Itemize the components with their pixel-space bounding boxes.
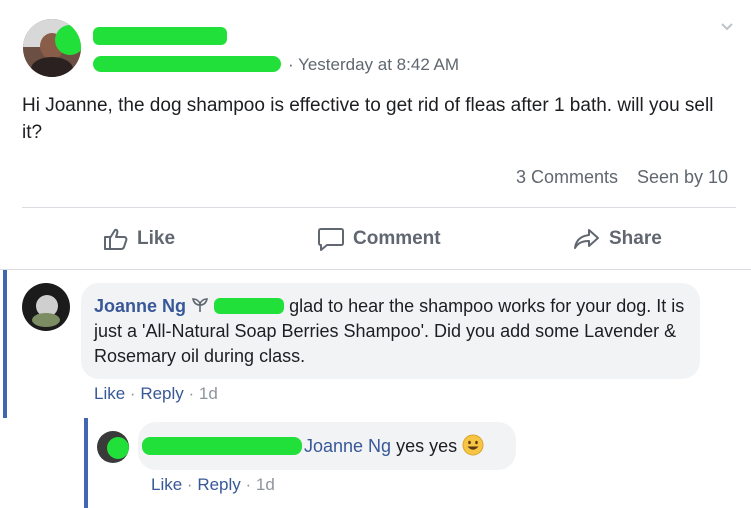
reply-thread-bar	[84, 418, 88, 508]
redacted-reply-author	[142, 437, 302, 455]
redacted-mention	[214, 298, 285, 314]
share-icon	[574, 229, 599, 249]
divider	[0, 269, 751, 270]
post-meta: · Yesterday at 8:42 AM	[288, 55, 460, 74]
seedling-icon	[192, 298, 209, 312]
reply-body: Joanne Ng yes yes	[304, 434, 484, 459]
reply-time[interactable]: 1d	[256, 475, 275, 494]
reply-avatar[interactable]	[97, 431, 129, 463]
comment-author[interactable]: Joanne Ng	[94, 296, 186, 316]
thread-highlight-bar	[3, 270, 7, 418]
comment-reply-link[interactable]: Reply	[140, 384, 183, 403]
commenter-avatar[interactable]	[22, 283, 70, 331]
reply-actions: Like · Reply · 1d	[151, 475, 275, 494]
redacted-author-name	[93, 27, 227, 45]
post-text: Hi Joanne, the dog shampoo is effective …	[22, 95, 714, 143]
reply-mention[interactable]: Joanne Ng	[304, 436, 391, 456]
comment-like-link[interactable]: Like	[94, 384, 125, 403]
reply-like-link[interactable]: Like	[151, 475, 182, 494]
share-button[interactable]: Share	[573, 225, 662, 253]
reply-reply-link[interactable]: Reply	[197, 475, 240, 494]
comment-time[interactable]: 1d	[199, 384, 218, 403]
comment-label: Comment	[353, 228, 441, 249]
comment-button[interactable]: Comment	[317, 225, 441, 253]
redacted-group-name	[93, 56, 281, 72]
comment-bubble: Joanne Ng glad to hear the shampoo works…	[81, 283, 700, 379]
thumbs-up-icon	[104, 228, 128, 250]
comment-actions: Like · Reply · 1d	[94, 384, 218, 403]
smile-emoji-icon	[462, 434, 484, 456]
post-timestamp[interactable]: Yesterday at 8:42 AM	[298, 55, 459, 74]
like-button[interactable]: Like	[103, 225, 175, 253]
share-label: Share	[609, 228, 662, 249]
comments-count[interactable]: 3 Comments	[516, 167, 618, 188]
seen-by[interactable]: Seen by 10	[637, 167, 728, 188]
post-card: · Yesterday at 8:42 AM Hi Joanne, the do…	[0, 0, 751, 508]
reply-bubble: Joanne Ng yes yes	[138, 422, 516, 470]
divider	[22, 207, 736, 208]
comment-body: Joanne Ng glad to hear the shampoo works…	[94, 294, 694, 369]
reply-text: yes yes	[396, 436, 458, 456]
comment-icon	[318, 228, 344, 251]
chevron-down-icon[interactable]	[720, 22, 734, 32]
like-label: Like	[137, 228, 176, 249]
author-avatar[interactable]	[23, 19, 81, 77]
